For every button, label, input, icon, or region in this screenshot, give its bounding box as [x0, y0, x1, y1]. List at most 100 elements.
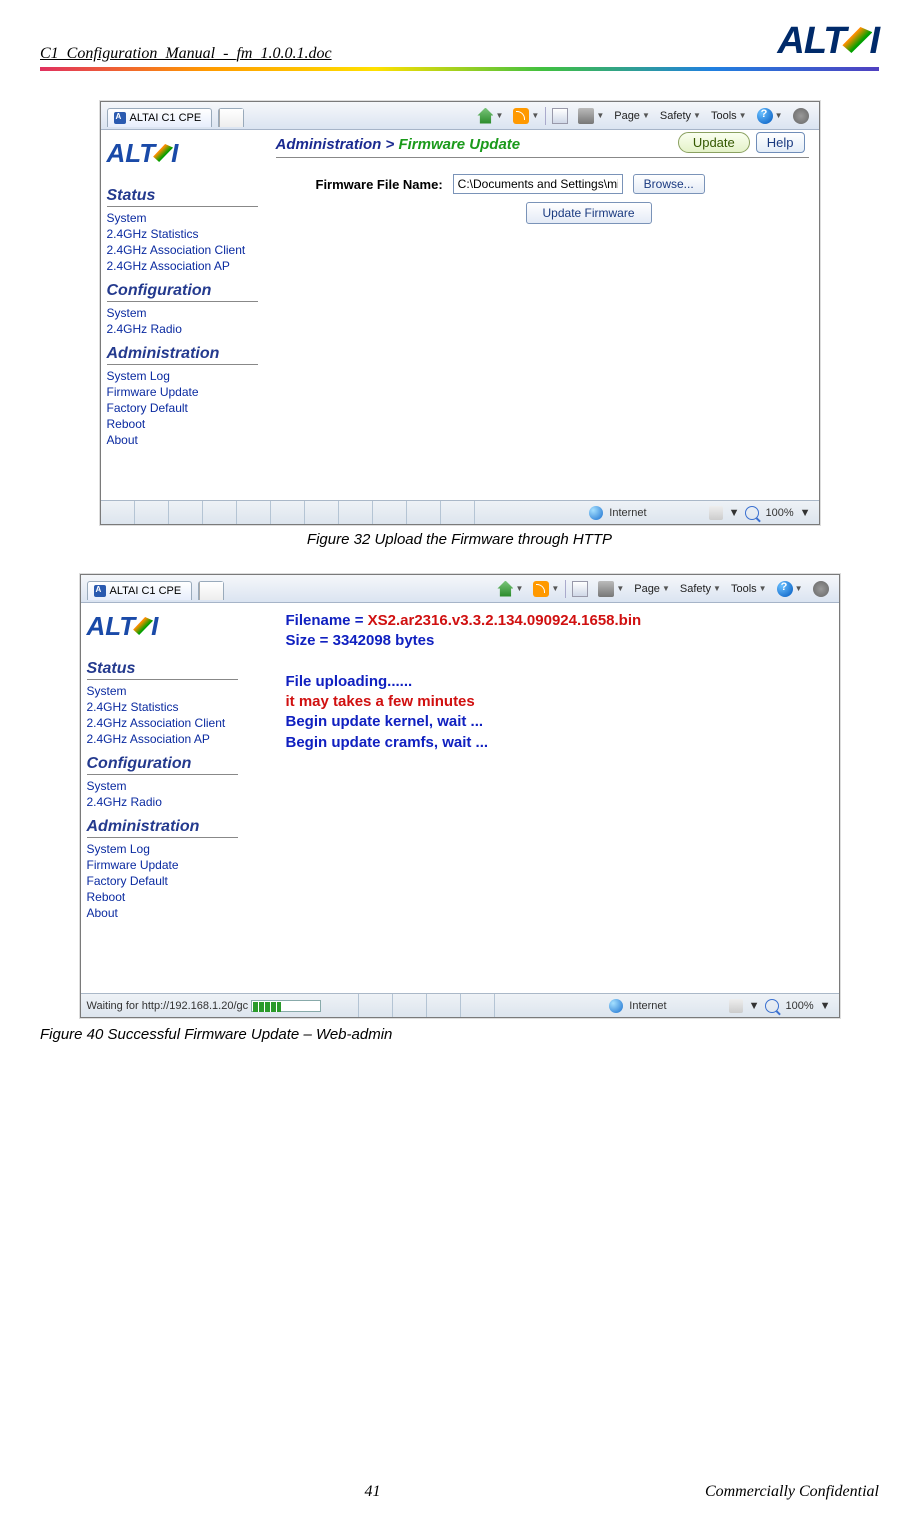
help-icon: [757, 108, 773, 124]
nav-assoc-ap[interactable]: 2.4GHz Association AP: [87, 731, 238, 747]
update-firmware-button[interactable]: Update Firmware: [526, 202, 652, 224]
firmware-file-input[interactable]: [453, 174, 623, 194]
nav-cfg-system[interactable]: System: [107, 305, 258, 321]
mail-icon: [572, 581, 588, 597]
lock-icon: [729, 999, 743, 1013]
status-zone: Internet: [609, 507, 646, 519]
mail-icon: [552, 108, 568, 124]
gear-icon: [813, 581, 829, 597]
msg-kernel: Begin update kernel, wait ...: [286, 712, 829, 732]
safety-menu[interactable]: Safety ▼: [676, 581, 725, 597]
globe-icon: [589, 506, 603, 520]
nav-reboot[interactable]: Reboot: [87, 889, 238, 905]
confidentiality: Commercially Confidential: [705, 1483, 879, 1501]
page-menu[interactable]: Page ▼: [610, 108, 654, 124]
help-button[interactable]: Help: [756, 132, 805, 153]
tab-title: ALTAI C1 CPE: [130, 112, 202, 124]
home-icon: [497, 581, 513, 597]
settings-button[interactable]: [789, 106, 813, 126]
zoom-icon: [765, 999, 779, 1013]
new-tab-button[interactable]: [218, 108, 244, 127]
page-menu[interactable]: Page ▼: [630, 581, 674, 597]
nav-cfg-radio[interactable]: 2.4GHz Radio: [87, 794, 238, 810]
nav-syslog[interactable]: System Log: [107, 368, 258, 384]
ie-window-fig40: ALTAI C1 CPE ▼ ▼ ▼ Page ▼ Safety ▼ Tools…: [80, 574, 840, 1018]
rss-button[interactable]: ▼: [529, 579, 563, 599]
msg-cramfs: Begin update cramfs, wait ...: [286, 733, 829, 753]
nav-about[interactable]: About: [87, 905, 238, 921]
home-button[interactable]: ▼: [473, 106, 507, 126]
new-tab-button[interactable]: [198, 581, 224, 600]
help-menu[interactable]: ▼: [753, 106, 787, 126]
nav-factory[interactable]: Factory Default: [87, 873, 238, 889]
nav-assoc-client[interactable]: 2.4GHz Association Client: [107, 242, 258, 258]
nav-section-status: Status: [87, 660, 238, 680]
nav-cfg-radio[interactable]: 2.4GHz Radio: [107, 321, 258, 337]
status-zone: Internet: [629, 1000, 666, 1012]
nav-assoc-ap[interactable]: 2.4GHz Association AP: [107, 258, 258, 274]
safety-menu[interactable]: Safety ▼: [656, 108, 705, 124]
print-icon: [598, 581, 614, 597]
page-number: 41: [364, 1483, 380, 1501]
tools-menu[interactable]: Tools ▼: [707, 108, 751, 124]
home-button[interactable]: ▼: [493, 579, 527, 599]
home-icon: [477, 108, 493, 124]
nav-assoc-client[interactable]: 2.4GHz Association Client: [87, 715, 238, 731]
msg-size: Size = 3342098 bytes: [286, 631, 829, 651]
print-button[interactable]: ▼: [594, 579, 628, 599]
browser-tab[interactable]: ALTAI C1 CPE: [107, 108, 213, 127]
print-icon: [578, 108, 594, 124]
figure-32-caption: Figure 32 Upload the Firmware through HT…: [40, 531, 879, 548]
browser-tab[interactable]: ALTAI C1 CPE: [87, 581, 193, 600]
msg-minutes: it may takes a few minutes: [286, 692, 829, 712]
nav-factory[interactable]: Factory Default: [107, 400, 258, 416]
filename-value: XS2.ar2316.v3.3.2.134.090924.1658.bin: [368, 612, 642, 629]
nav-section-admin: Administration: [87, 818, 238, 838]
tools-menu[interactable]: Tools ▼: [727, 581, 771, 597]
nav-section-admin: Administration: [107, 345, 258, 365]
altai-logo-small: ALTI: [107, 138, 179, 169]
mail-button[interactable]: [568, 579, 592, 599]
browse-button[interactable]: Browse...: [633, 174, 705, 194]
nav-section-config: Configuration: [87, 755, 238, 775]
print-button[interactable]: ▼: [574, 106, 608, 126]
rss-button[interactable]: ▼: [509, 106, 543, 126]
altai-logo: ALTI: [777, 20, 879, 63]
nav-system[interactable]: System: [107, 210, 258, 226]
progress-bar: [251, 1000, 321, 1012]
nav-statistics[interactable]: 2.4GHz Statistics: [107, 226, 258, 242]
gear-icon: [793, 108, 809, 124]
figure-40-caption: Figure 40 Successful Firmware Update – W…: [40, 1026, 879, 1043]
zoom-level: 100%: [765, 507, 793, 519]
settings-button[interactable]: [809, 579, 833, 599]
firmware-label: Firmware File Name:: [316, 177, 443, 192]
status-text: Waiting for http://192.168.1.20/gc: [81, 1000, 249, 1012]
nav-section-config: Configuration: [107, 282, 258, 302]
nav-system[interactable]: System: [87, 683, 238, 699]
sidebar: ALTI Status System 2.4GHz Statistics 2.4…: [101, 130, 266, 500]
rss-icon: [513, 108, 529, 124]
update-button[interactable]: Update: [678, 132, 750, 153]
help-icon: [777, 581, 793, 597]
nav-about[interactable]: About: [107, 432, 258, 448]
rss-icon: [533, 581, 549, 597]
mail-button[interactable]: [548, 106, 572, 126]
nav-cfg-system[interactable]: System: [87, 778, 238, 794]
lock-icon: [709, 506, 723, 520]
zoom-level: 100%: [785, 1000, 813, 1012]
favicon-icon: [94, 585, 106, 597]
breadcrumb-current: Firmware Update: [398, 136, 520, 153]
ie-window-fig32: ALTAI C1 CPE ▼ ▼ ▼ Page ▼ Safety ▼ Tools…: [100, 101, 820, 525]
nav-fwupdate[interactable]: Firmware Update: [87, 857, 238, 873]
nav-reboot[interactable]: Reboot: [107, 416, 258, 432]
msg-uploading: File uploading......: [286, 672, 829, 692]
nav-syslog[interactable]: System Log: [87, 841, 238, 857]
help-menu[interactable]: ▼: [773, 579, 807, 599]
document-filename: C1_Configuration_Manual_-_fm_1.0.0.1.doc: [40, 45, 332, 63]
tab-title: ALTAI C1 CPE: [110, 585, 182, 597]
nav-statistics[interactable]: 2.4GHz Statistics: [87, 699, 238, 715]
msg-filename: Filename = XS2.ar2316.v3.3.2.134.090924.…: [286, 611, 829, 631]
nav-fwupdate[interactable]: Firmware Update: [107, 384, 258, 400]
nav-section-status: Status: [107, 187, 258, 207]
sidebar: ALTI Status System 2.4GHz Statistics 2.4…: [81, 603, 246, 993]
